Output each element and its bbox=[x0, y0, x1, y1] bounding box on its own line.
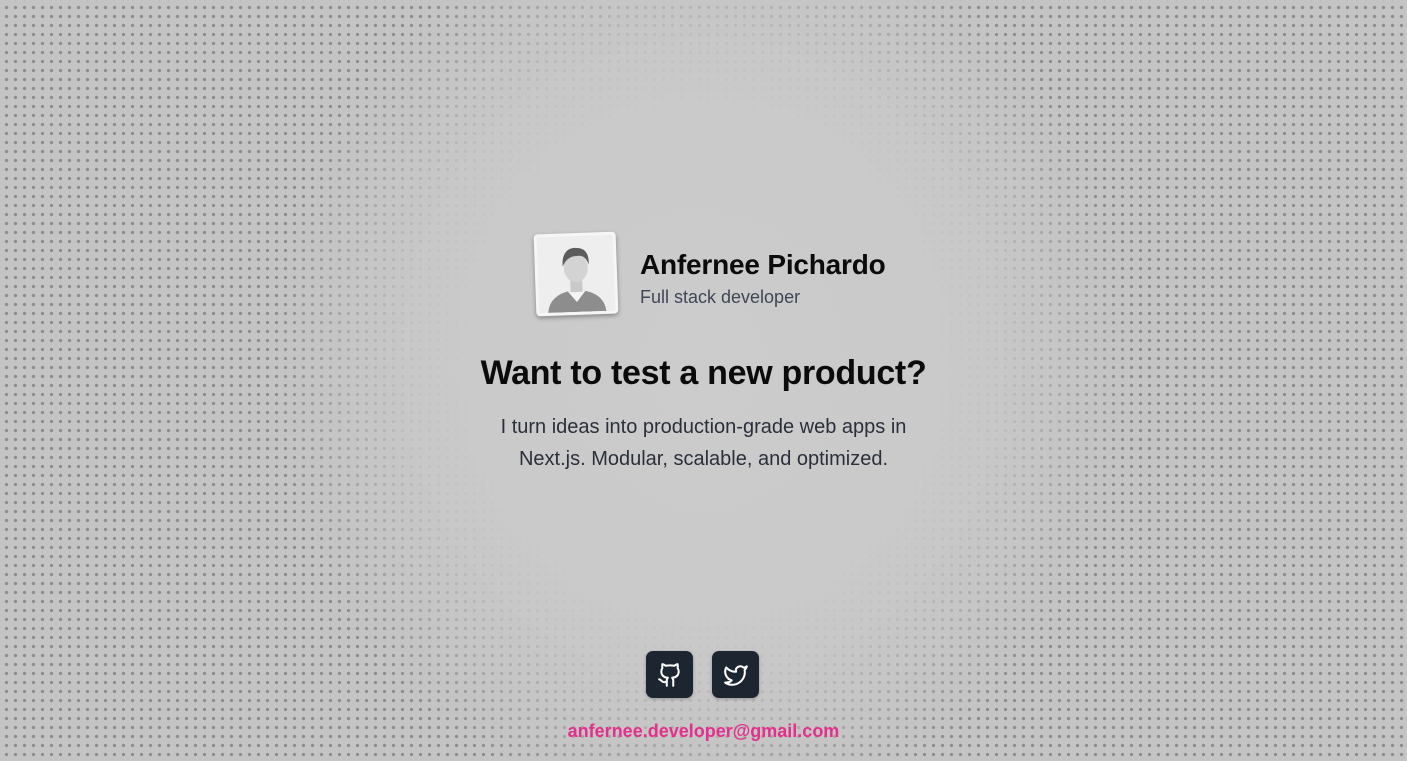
twitter-icon bbox=[723, 664, 748, 686]
page-content: Anfernee Pichardo Full stack developer W… bbox=[0, 0, 1407, 761]
profile-name: Anfernee Pichardo bbox=[640, 249, 886, 280]
profile-identity: Anfernee Pichardo Full stack developer bbox=[640, 248, 886, 309]
social-links bbox=[646, 651, 759, 698]
profile-role: Full stack developer bbox=[640, 287, 801, 307]
profile-card: Anfernee Pichardo Full stack developer bbox=[533, 231, 886, 317]
twitter-button[interactable] bbox=[712, 651, 759, 698]
github-button[interactable] bbox=[646, 651, 693, 698]
contact-email-link[interactable]: anfernee.developer@gmail.com bbox=[0, 719, 1407, 743]
hero-description: I turn ideas into production-grade web a… bbox=[500, 416, 907, 470]
github-icon bbox=[657, 662, 680, 687]
user-avatar-icon bbox=[536, 234, 616, 314]
page-title: Want to test a new product? bbox=[480, 354, 927, 392]
avatar bbox=[533, 231, 619, 317]
